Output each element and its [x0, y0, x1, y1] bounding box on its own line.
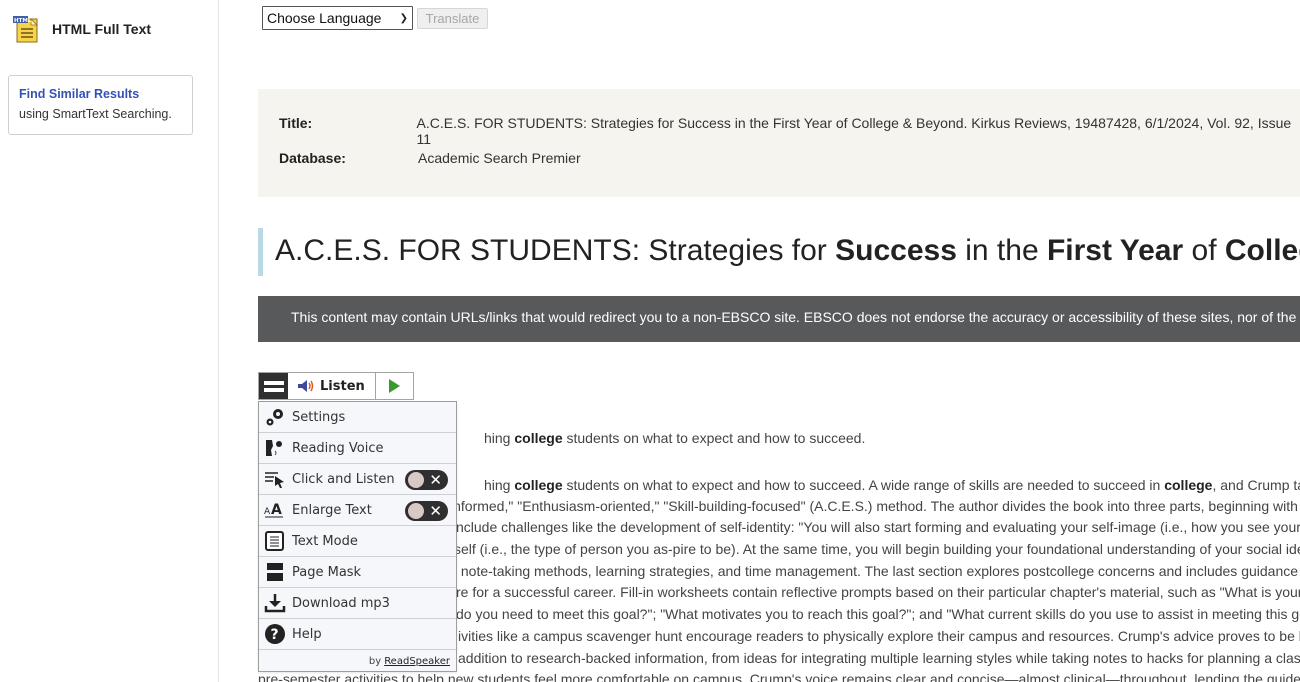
page-mask-icon: [264, 561, 286, 583]
article-body-line: informed," "Enthusiasm-oriented," "Skill…: [450, 498, 1300, 514]
article-title-part: First Year: [1046, 234, 1184, 267]
reading-voice-icon: [264, 437, 286, 459]
hamburger-icon-bar: [263, 387, 284, 392]
readspeaker-menu-item-label: Help: [292, 626, 322, 642]
article-body-line: hing college students on what to expect …: [484, 430, 866, 446]
article-title-part: A.C.E.S. FOR STUDENTS: Strategies for: [275, 234, 836, 267]
find-similar-results-link[interactable]: Find Similar Results: [19, 87, 182, 101]
click-and-listen-icon: [264, 468, 286, 490]
readspeaker-menu-item-page-mask[interactable]: Page Mask: [259, 557, 456, 588]
readspeaker-menu-item-label: Click and Listen: [292, 471, 395, 487]
readspeaker-menu-item-label: Page Mask: [292, 564, 362, 580]
listen-label: Listen: [320, 378, 365, 394]
article-body-line: hing college students on what to expect …: [484, 477, 1300, 493]
svg-text:?: ?: [271, 627, 279, 643]
listen-button[interactable]: Listen: [288, 373, 376, 399]
article-body-line: pre-semester activities to help new stud…: [258, 671, 1300, 682]
citation-title-value: A.C.E.S. FOR STUDENTS: Strategies for Su…: [416, 115, 1292, 147]
toggle-switch[interactable]: ✕: [405, 501, 448, 521]
readspeaker-menu-item-label: Reading Voice: [292, 440, 384, 456]
readspeaker-link[interactable]: ReadSpeaker: [384, 656, 450, 667]
chevron-down-icon: ❯: [399, 12, 408, 24]
svg-text:A: A: [271, 502, 282, 518]
close-icon: ✕: [429, 502, 442, 520]
article-body-line: addition to research-backed information,…: [458, 650, 1300, 666]
readspeaker-toolbar: Listen: [258, 372, 414, 400]
html-full-text-label: HTML Full Text: [52, 21, 152, 37]
citation-database-label: Database:: [279, 150, 346, 166]
find-similar-subtext: using SmartText Searching.: [19, 107, 172, 121]
find-similar-box: Find Similar Results using SmartText Sea…: [8, 75, 193, 135]
article-body-line: re for a successful career. Fill-in work…: [456, 584, 1300, 600]
readspeaker-menu-item-text-mode[interactable]: Text Mode: [259, 526, 456, 557]
citation-title-label: Title:: [279, 115, 313, 131]
article-body-line: nclude challenges like the development o…: [456, 519, 1300, 535]
article-title-part: Success: [835, 234, 957, 267]
citation-database-row: Database: Academic Search Premier: [279, 150, 581, 166]
external-links-disclaimer: This content may contain URLs/links that…: [258, 296, 1300, 342]
enlarge-text-icon: AA: [264, 499, 286, 521]
readspeaker-footer: by ReadSpeaker: [259, 650, 456, 672]
footer-by: by: [368, 655, 382, 667]
readspeaker-menu-item-settings[interactable]: Settings: [259, 402, 456, 433]
article-body-line: self (i.e., the type of person you as-pi…: [454, 541, 1300, 557]
article-title: A.C.E.S. FOR STUDENTS: Strategies for Su…: [258, 228, 1300, 276]
citation-title-row: Title: A.C.E.S. FOR STUDENTS: Strategies…: [279, 115, 1300, 147]
article-body-line: s note-taking methods, learning strategi…: [450, 563, 1300, 579]
svg-text:HTML: HTML: [14, 18, 32, 24]
readspeaker-menu-item-help[interactable]: ? Help: [259, 619, 456, 650]
article-body-line: do you need to meet this goal?"; "What m…: [456, 606, 1300, 622]
html-full-text-link[interactable]: HTML HTML Full Text: [12, 14, 151, 44]
hamburger-icon: [263, 380, 284, 385]
toggle-switch[interactable]: ✕: [405, 470, 448, 490]
html-document-icon: HTML: [12, 14, 42, 44]
readspeaker-menu: Settings Reading Voice Click and Listen ✕ A A…: [258, 401, 457, 672]
play-button[interactable]: [376, 373, 413, 399]
sidebar: HTML HTML Full Text Find Similar Results…: [0, 0, 219, 682]
translate-button[interactable]: Translate: [417, 8, 488, 29]
download-icon: [264, 592, 286, 614]
readspeaker-menu-item-label: Enlarge Text: [292, 502, 372, 518]
readspeaker-menu-button[interactable]: [259, 373, 288, 399]
text-mode-icon: [264, 530, 286, 552]
toggle-knob: [408, 503, 424, 519]
settings-gears-icon: [264, 406, 286, 428]
play-icon: [388, 379, 400, 393]
article-title-part: of: [1183, 234, 1225, 267]
readspeaker-menu-item-label: Settings: [292, 409, 346, 425]
readspeaker-menu-item-click-and-listen[interactable]: Click and Listen ✕: [259, 464, 456, 495]
readspeaker-menu-item-label: Text Mode: [292, 533, 358, 549]
article-title-part: College: [1224, 234, 1300, 267]
citation-box: Title: A.C.E.S. FOR STUDENTS: Strategies…: [258, 89, 1300, 197]
article-title-part: in the: [956, 234, 1047, 267]
close-icon: ✕: [429, 471, 442, 489]
readspeaker-menu-item-download-mp3[interactable]: Download mp3: [259, 588, 456, 619]
speaker-icon: [297, 379, 315, 393]
language-select-value: Choose Language: [267, 10, 382, 26]
readspeaker-menu-item-reading-voice[interactable]: Reading Voice: [259, 433, 456, 464]
help-icon: ?: [264, 623, 286, 645]
svg-text:A: A: [264, 507, 271, 517]
readspeaker-menu-item-label: Download mp3: [292, 595, 390, 611]
language-select[interactable]: Choose Language ❯: [262, 6, 413, 30]
readspeaker-menu-item-enlarge-text[interactable]: A A Enlarge Text ✕: [259, 495, 456, 526]
article-body-line: ivities like a campus scavenger hunt enc…: [458, 628, 1300, 644]
citation-database-value: Academic Search Premier: [418, 150, 581, 166]
toggle-knob: [408, 472, 424, 488]
